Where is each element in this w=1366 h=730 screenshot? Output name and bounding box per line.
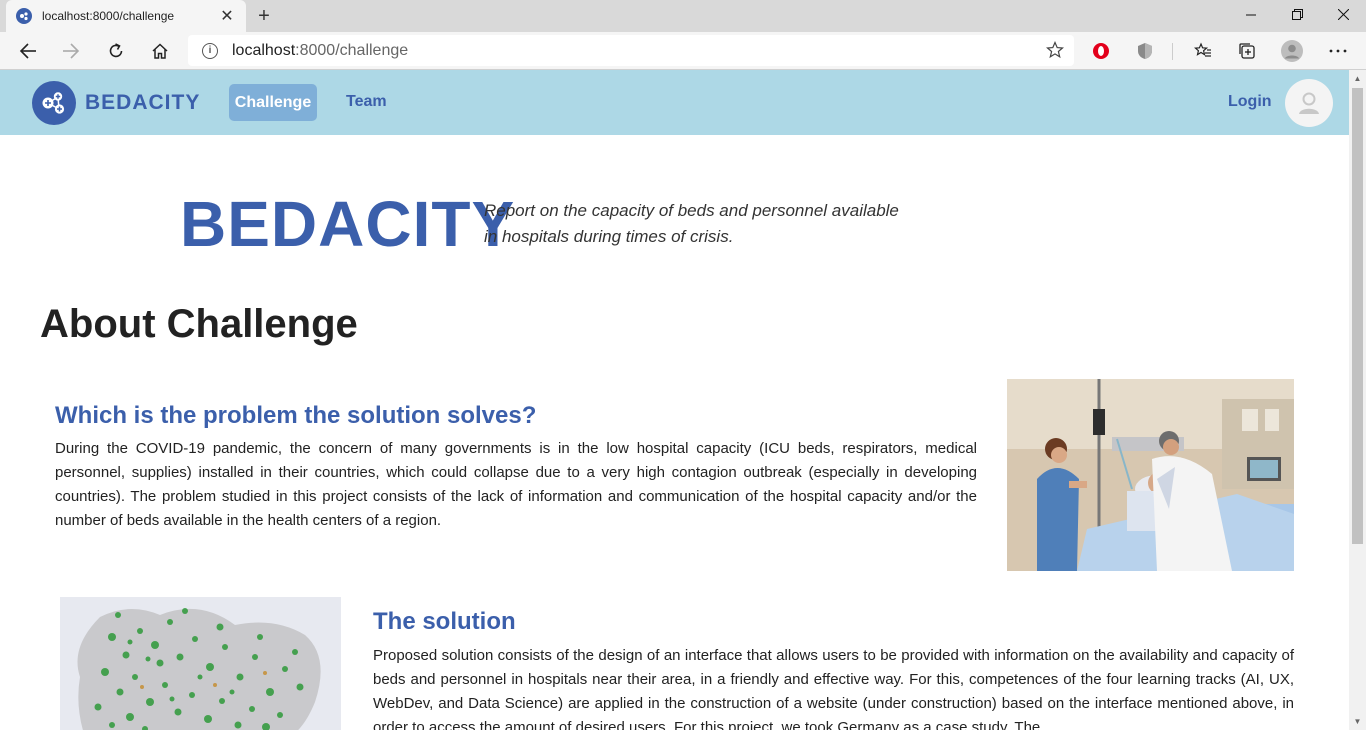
login-link[interactable]: Login (1228, 93, 1272, 111)
tab-favicon-icon (16, 8, 32, 24)
problem-heading: Which is the problem the solution solves… (55, 402, 537, 429)
refresh-icon[interactable] (101, 36, 131, 66)
scroll-up-icon[interactable]: ▲ (1349, 70, 1366, 87)
close-window-button[interactable] (1320, 0, 1366, 28)
page-viewport: BEDACITY Challenge Team Login BEDACITY R… (0, 70, 1349, 730)
opera-icon[interactable] (1086, 36, 1116, 66)
restore-button[interactable] (1274, 0, 1320, 28)
url-text: localhost:8000/challenge (232, 41, 409, 59)
tab-close-icon[interactable]: ✕ (218, 6, 236, 26)
brand[interactable]: BEDACITY (32, 81, 200, 125)
profile-icon[interactable] (1277, 36, 1307, 66)
info-icon[interactable]: i (202, 42, 218, 59)
brand-name: BEDACITY (85, 91, 201, 114)
scrollbar-thumb[interactable] (1352, 88, 1363, 544)
new-tab-button[interactable]: + (252, 4, 276, 28)
hospital-map-image (60, 597, 341, 730)
collections-icon[interactable] (1232, 36, 1262, 66)
star-icon[interactable] (1046, 40, 1064, 64)
page-title: About Challenge (40, 302, 358, 346)
home-icon[interactable] (145, 36, 175, 66)
hero-title: BEDACITY (180, 188, 516, 260)
solution-text: Proposed solution consists of the design… (373, 647, 1294, 730)
scroll-down-icon[interactable]: ▼ (1349, 713, 1366, 730)
nav-team[interactable]: Team (346, 93, 387, 111)
page-scrollbar[interactable]: ▲ ▼ (1349, 70, 1366, 730)
back-arrow-icon[interactable] (13, 36, 43, 66)
tab-title: localhost:8000/challenge (42, 9, 175, 23)
browser-tab[interactable]: localhost:8000/challenge ✕ (6, 0, 246, 32)
forward-arrow-icon[interactable] (56, 36, 86, 66)
browser-tab-bar: localhost:8000/challenge ✕ + (0, 0, 1366, 32)
favorites-icon[interactable] (1188, 36, 1218, 66)
browser-toolbar: i localhost:8000/challenge (0, 32, 1366, 70)
hospital-photo (1007, 379, 1294, 571)
toolbar-divider (1172, 43, 1173, 60)
minimize-button[interactable] (1228, 0, 1274, 28)
address-bar[interactable]: i localhost:8000/challenge (188, 35, 1074, 66)
more-icon[interactable] (1323, 36, 1353, 66)
problem-text: During the COVID-19 pandemic, the concer… (55, 440, 977, 529)
bedacity-logo-icon (32, 81, 76, 125)
site-navbar: BEDACITY Challenge Team Login (0, 70, 1349, 135)
hero-subtitle: Report on the capacity of beds and perso… (484, 201, 899, 246)
shield-icon[interactable] (1130, 36, 1160, 66)
nav-challenge[interactable]: Challenge (229, 84, 317, 121)
solution-heading: The solution (373, 608, 516, 635)
user-avatar-icon[interactable] (1285, 79, 1333, 127)
